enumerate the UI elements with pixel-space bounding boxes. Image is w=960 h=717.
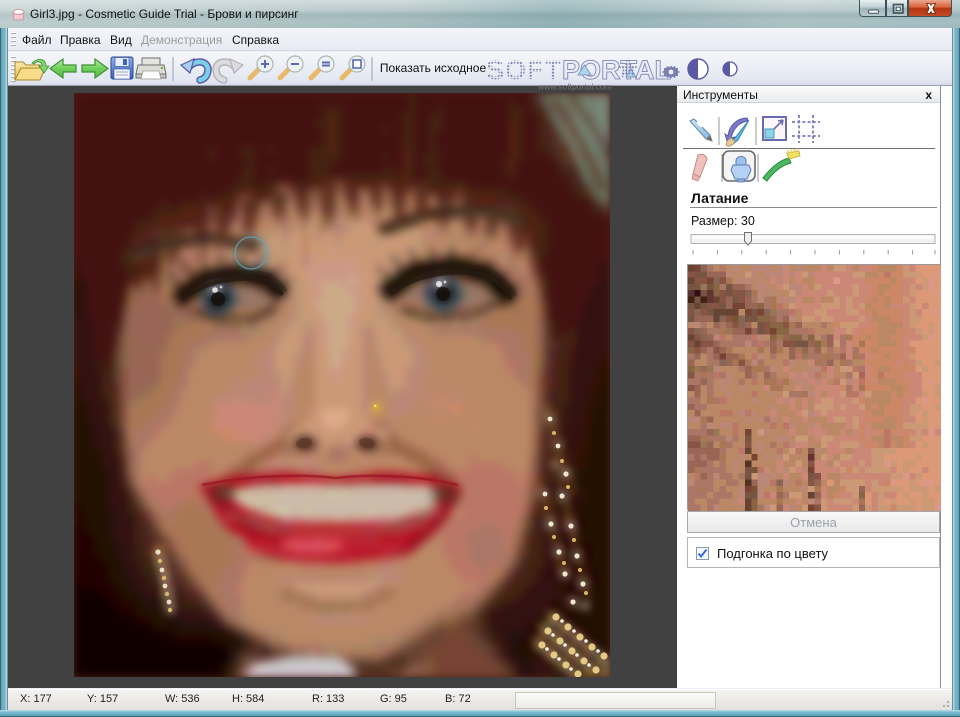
svg-text:SOFT: SOFT (486, 55, 562, 85)
svg-text:PORTAL: PORTAL (562, 55, 671, 85)
svg-text:Латание: Латание (691, 190, 749, 206)
svg-text:Размер: 30: Размер: 30 (691, 214, 755, 228)
svg-text:www.softportal.com: www.softportal.com (537, 82, 612, 92)
